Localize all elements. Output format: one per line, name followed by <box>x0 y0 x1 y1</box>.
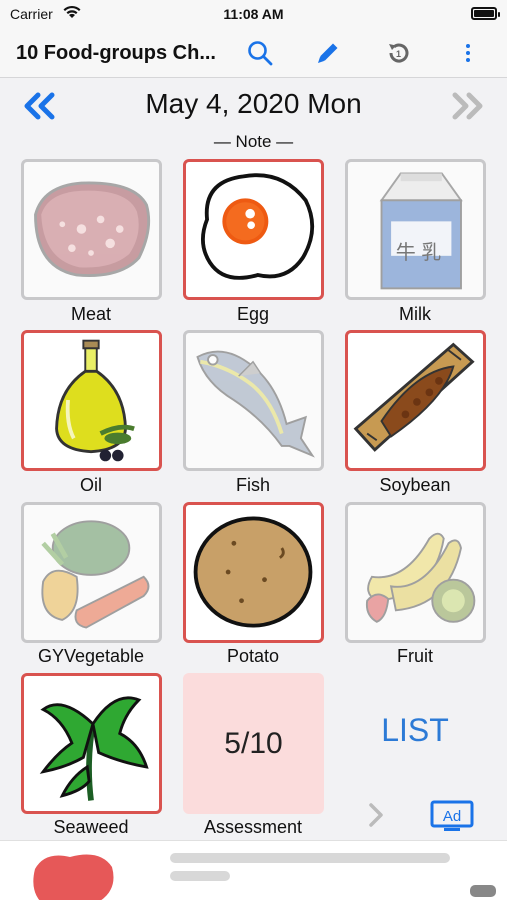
fish-icon <box>196 350 315 458</box>
egg-icon <box>201 173 315 280</box>
milk-label: Milk <box>399 304 431 324</box>
egg-tile[interactable] <box>183 159 324 300</box>
fish-label: Fish <box>235 475 270 495</box>
status-time: 11:08 AM <box>223 6 284 22</box>
oil-label: Oil <box>80 475 102 495</box>
potato-tile[interactable] <box>183 502 324 643</box>
status-bar: Carrier 11:08 AM <box>0 0 507 28</box>
ad-image <box>33 854 114 900</box>
ad-text-placeholder <box>170 871 230 881</box>
ad-text-placeholder <box>170 853 450 863</box>
milk-carton-text: 牛 乳 <box>395 242 442 264</box>
oil-bottle-icon <box>55 339 135 462</box>
meat-icon <box>34 181 151 277</box>
current-date: May 4, 2020 Mon <box>145 88 362 119</box>
list-button[interactable]: LIST <box>350 712 480 749</box>
more-vertical-icon[interactable] <box>452 37 484 69</box>
potato-icon <box>193 516 313 628</box>
app-screen: Carrier 11:08 AM 10 Food-groups Ch... 1 … <box>0 0 507 900</box>
soybean-tile[interactable] <box>345 330 486 471</box>
milk-tile[interactable]: 牛 乳 <box>345 159 486 300</box>
page-title: 10 Food-groups Ch... <box>16 42 216 64</box>
history-icon[interactable]: 1 <box>383 37 415 69</box>
oil-tile[interactable] <box>21 330 162 471</box>
note-button[interactable]: — Note — <box>0 132 507 152</box>
seaweed-tile[interactable] <box>21 673 162 814</box>
soybean-label: Soybean <box>379 475 451 495</box>
assessment-label: Assessment <box>203 817 303 837</box>
fish-tile[interactable] <box>183 330 324 471</box>
assessment-score-box[interactable]: 5/10 <box>183 673 324 814</box>
ad-cta-placeholder <box>470 885 496 897</box>
assessment-score: 5/10 <box>224 726 283 760</box>
search-icon[interactable] <box>244 37 276 69</box>
meat-tile[interactable] <box>21 159 162 300</box>
pencil-icon[interactable] <box>312 37 344 69</box>
seaweed-label: Seaweed <box>53 817 129 837</box>
gyvegetable-label: GYVegetable <box>37 646 145 666</box>
navigation-bar: 10 Food-groups Ch... 1 <box>0 28 507 78</box>
ad-banner[interactable] <box>0 840 507 900</box>
fruit-icon <box>365 532 476 623</box>
meat-label: Meat <box>70 304 112 324</box>
double-chevron-right-icon[interactable] <box>447 90 487 122</box>
egg-label: Egg <box>236 304 270 324</box>
fruit-tile[interactable] <box>345 502 486 643</box>
fruit-label: Fruit <box>397 646 433 666</box>
ad-badge-text: Ad <box>443 808 461 825</box>
date-navigation: May 4, 2020 Mon <box>0 84 507 128</box>
chevron-right-icon[interactable] <box>366 800 386 835</box>
ad-display-icon[interactable]: Ad <box>430 800 474 839</box>
gyvegetable-tile[interactable] <box>21 502 162 643</box>
vegetables-icon <box>41 520 150 629</box>
seaweed-icon <box>39 696 149 801</box>
potato-label: Potato <box>226 646 280 666</box>
battery-icon <box>471 7 500 20</box>
svg-text:1: 1 <box>396 49 401 59</box>
milk-carton-icon <box>379 172 463 290</box>
natto-icon <box>353 342 475 452</box>
